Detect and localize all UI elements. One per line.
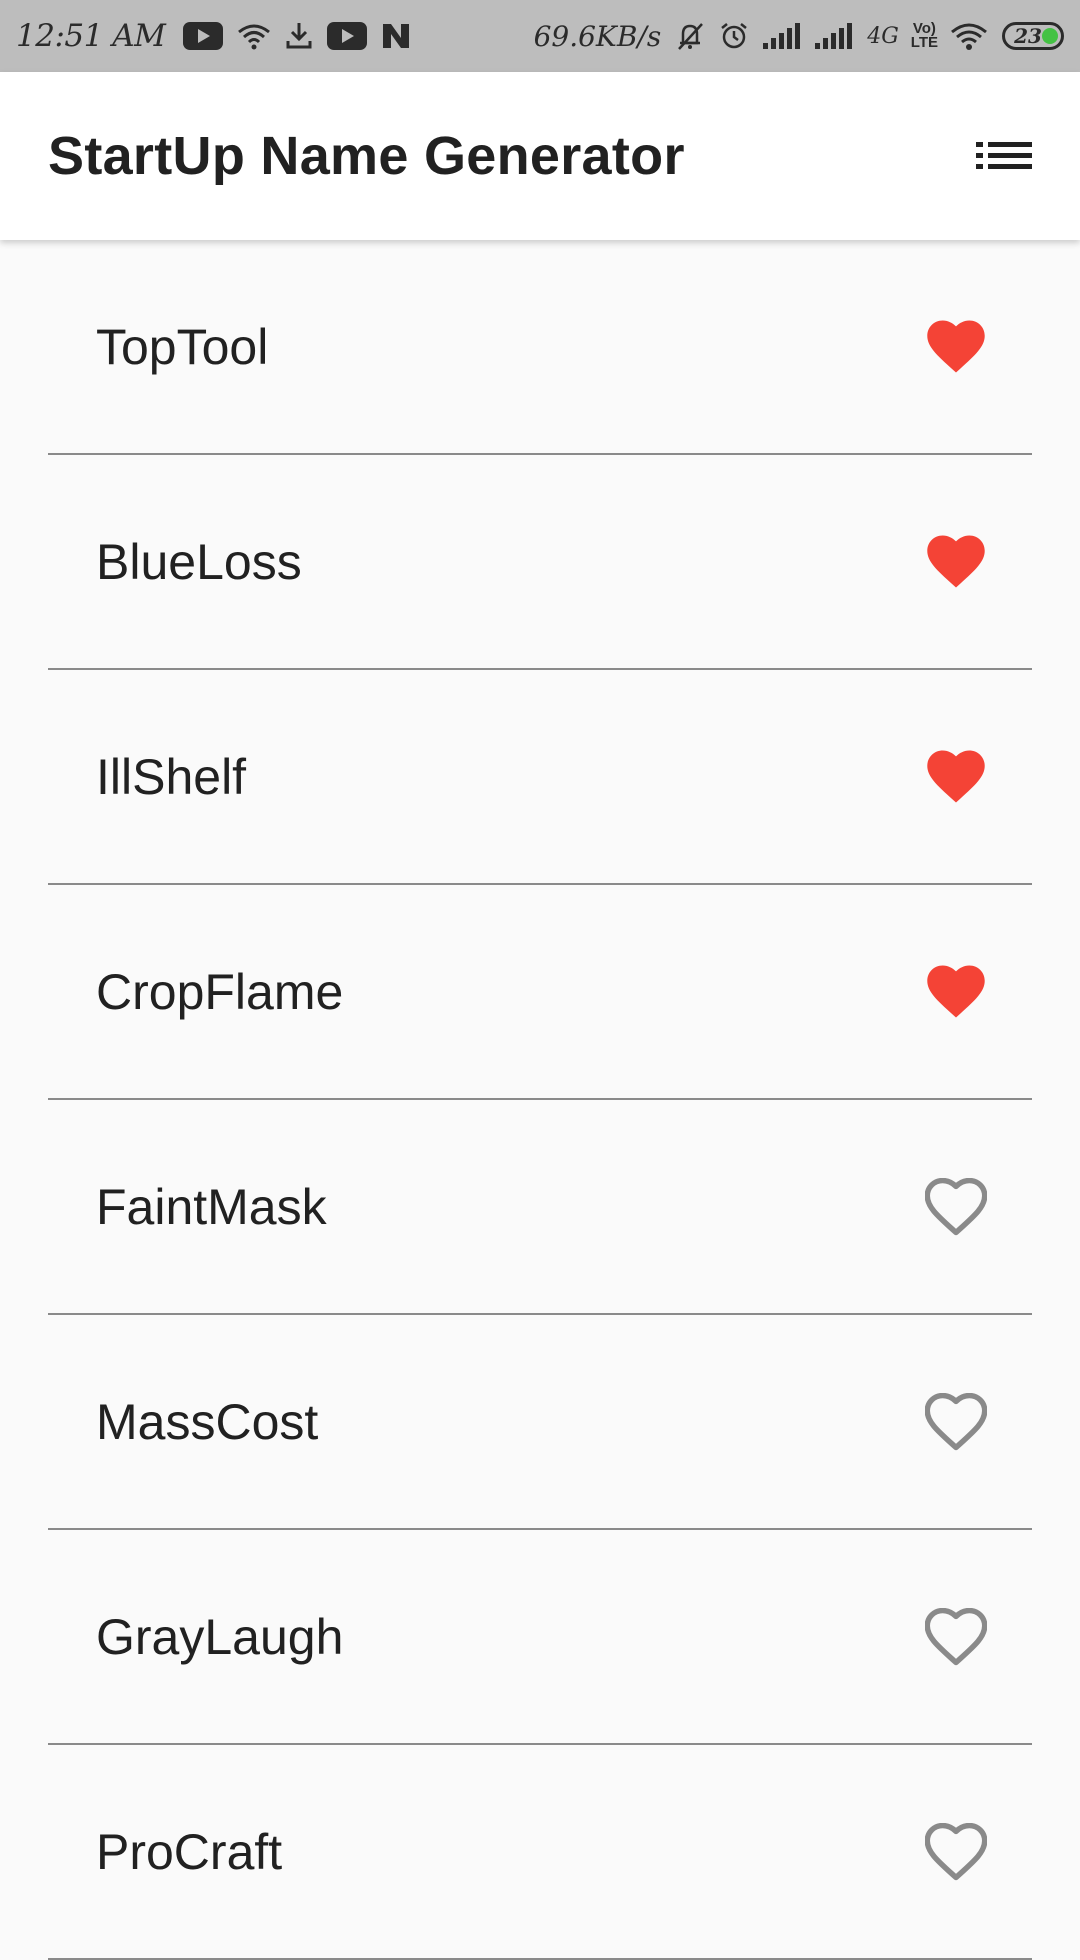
suggestion-name: BlueLoss xyxy=(96,533,302,590)
page-title: StartUp Name Generator xyxy=(48,126,685,186)
heart-outline-icon[interactable] xyxy=(924,1605,988,1669)
battery-level xyxy=(1042,28,1058,44)
suggestion-name: MassCost xyxy=(96,1393,319,1450)
battery-icon: 23 xyxy=(1002,22,1064,50)
saved-list-button[interactable] xyxy=(972,124,1036,188)
suggestion-name: ProCraft xyxy=(96,1823,283,1880)
muted-bell-icon xyxy=(675,21,705,51)
signal-icon xyxy=(763,23,801,49)
heart-filled-icon[interactable] xyxy=(924,745,988,809)
heart-outline-icon[interactable] xyxy=(924,1820,988,1884)
wifi-icon xyxy=(237,22,271,50)
network-speed: 69.6KB/s xyxy=(533,19,662,53)
list-item[interactable]: MassCost xyxy=(48,1315,1032,1530)
suggestion-list: TopTool BlueLoss IllShelf CropFlame FaintMas… xyxy=(48,240,1032,1960)
volte-bottom-label: LTE xyxy=(910,34,938,51)
suggestion-name: CropFlame xyxy=(96,963,344,1020)
list-item[interactable]: GrayLaugh xyxy=(48,1530,1032,1745)
list-item[interactable]: TopTool xyxy=(48,240,1032,455)
status-time: 12:51 AM xyxy=(16,18,166,54)
alarm-icon xyxy=(719,21,749,51)
status-bar: 12:51 AM 69.6KB/s 4G Vo) LTE 23 xyxy=(0,0,1080,72)
volte-indicator: Vo) LTE xyxy=(910,21,938,51)
heart-outline-icon[interactable] xyxy=(924,1390,988,1454)
youtube-icon xyxy=(327,22,368,50)
download-icon xyxy=(285,21,313,51)
youtube-icon xyxy=(183,22,224,50)
heart-filled-icon[interactable] xyxy=(924,960,988,1024)
list-item[interactable]: FaintMask xyxy=(48,1100,1032,1315)
list-item[interactable]: CropFlame xyxy=(48,885,1032,1100)
n-icon xyxy=(381,22,411,50)
list-icon xyxy=(976,142,1032,169)
heart-filled-icon[interactable] xyxy=(924,530,988,594)
list-item[interactable]: BlueLoss xyxy=(48,455,1032,670)
suggestion-name: FaintMask xyxy=(96,1178,327,1235)
heart-outline-icon[interactable] xyxy=(924,1175,988,1239)
network-type: 4G xyxy=(867,23,899,49)
signal-icon xyxy=(815,23,853,49)
suggestion-name: GrayLaugh xyxy=(96,1608,344,1665)
suggestion-name: IllShelf xyxy=(96,748,247,805)
heart-filled-icon[interactable] xyxy=(924,315,988,379)
list-item[interactable]: ProCraft xyxy=(48,1745,1032,1960)
list-item[interactable]: IllShelf xyxy=(48,670,1032,885)
app-bar: StartUp Name Generator xyxy=(0,72,1080,240)
wifi-icon xyxy=(950,21,988,51)
suggestion-name: TopTool xyxy=(96,318,269,375)
battery-percent: 23 xyxy=(1014,24,1042,48)
